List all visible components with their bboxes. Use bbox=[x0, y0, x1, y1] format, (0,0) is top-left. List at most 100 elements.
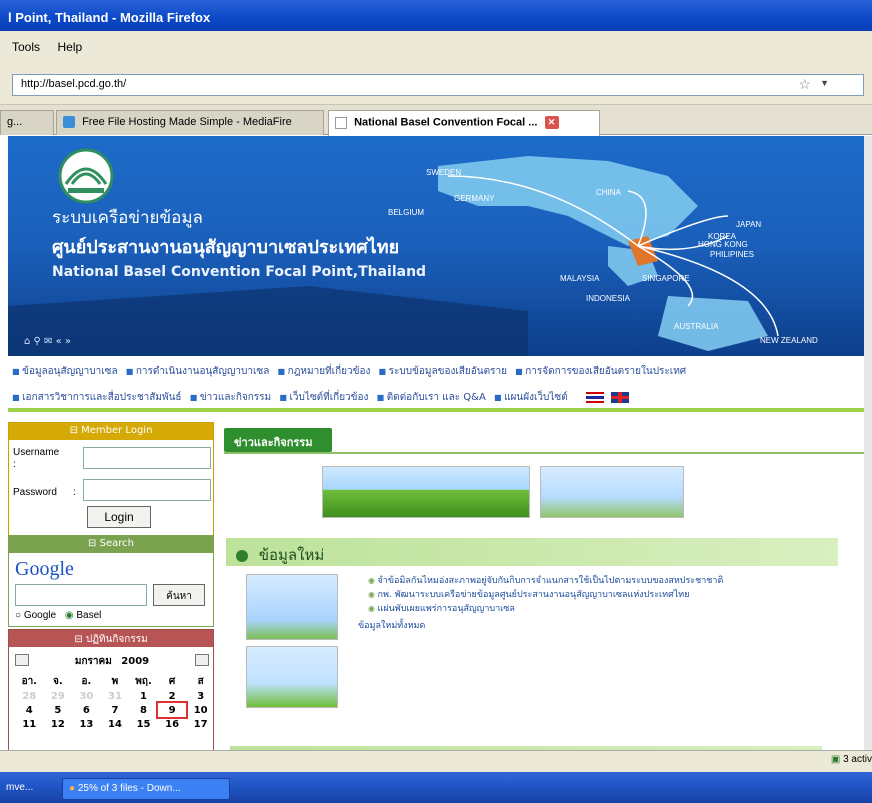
calendar-day[interactable]: 10 bbox=[186, 703, 215, 717]
calendar-day[interactable]: 11 bbox=[15, 717, 44, 731]
nav-link[interactable]: การจัดการของเสียอันตรายในประเทศ bbox=[515, 366, 686, 377]
country-label: JAPAN bbox=[736, 220, 762, 229]
tab-label: National Basel Convention Focal ... bbox=[354, 116, 538, 129]
panel-toggle-icon[interactable]: ⊟ bbox=[74, 634, 86, 645]
calendar-day[interactable]: 4 bbox=[15, 703, 44, 717]
calendar-day[interactable]: 7 bbox=[101, 703, 130, 717]
panel-toggle-icon[interactable]: ⊟ bbox=[70, 425, 82, 436]
windows-taskbar: mve... ● 25% of 3 files - Down... bbox=[0, 772, 872, 803]
calendar-day[interactable]: 6 bbox=[72, 703, 101, 717]
news-thumbnail-2[interactable] bbox=[246, 646, 338, 708]
downloads-status[interactable]: ▣ 3 activ bbox=[831, 754, 872, 765]
search-scope: ○ Google ◉ Basel bbox=[15, 610, 101, 621]
radio-google[interactable]: ○ bbox=[15, 610, 21, 621]
calendar-header: ⊟ ปฏิทินกิจกรรม bbox=[9, 630, 213, 647]
nav-link[interactable]: ระบบข้อมูลของเสียอันตราย bbox=[379, 366, 507, 377]
calendar-day[interactable]: 1 bbox=[129, 689, 158, 703]
calendar-day[interactable]: 5 bbox=[44, 703, 73, 717]
nav-link[interactable]: ข่าวและกิจกรรม bbox=[190, 392, 271, 403]
news-item-link[interactable]: กพ. พัฒนาระบบเครือข่ายข้อมูลศูนย์ประสานง… bbox=[368, 588, 868, 602]
news-tab-underline bbox=[224, 452, 872, 454]
menu-help[interactable]: Help bbox=[58, 40, 83, 54]
calendar-day[interactable]: 13 bbox=[72, 717, 101, 731]
download-icon: ▣ bbox=[830, 754, 841, 765]
site-banner: ระบบเครือข่ายข้อมูล ศูนย์ประสานงานอนุสัญ… bbox=[8, 136, 872, 356]
search-header: ⊟ Search bbox=[9, 536, 213, 553]
news-item-link[interactable]: จำข้อมิลกันไหมอ่งสะภาพอยู่จับกันกิบการจำ… bbox=[368, 574, 868, 588]
calendar-day[interactable]: 3 bbox=[186, 689, 215, 703]
vertical-scrollbar[interactable] bbox=[864, 136, 872, 750]
url-dropdown-icon[interactable]: ▼ bbox=[820, 78, 829, 88]
username-label: Username bbox=[13, 447, 60, 458]
new-info-header: ข้อมูลใหม่ bbox=[226, 538, 838, 566]
country-label: MALAYSIA bbox=[560, 274, 600, 283]
login-panel: ⊟ Member Login Username : Password : Log… bbox=[8, 422, 214, 537]
password-field[interactable] bbox=[83, 479, 211, 501]
nav-link[interactable]: เว็บไซต์ที่เกี่ยวข้อง bbox=[279, 392, 368, 403]
nav-link[interactable]: กฎหมายที่เกี่ยวข้อง bbox=[278, 366, 371, 377]
tab-mediafire[interactable]: Free File Hosting Made Simple - MediaFir… bbox=[56, 110, 324, 135]
calendar-day[interactable]: 12 bbox=[44, 717, 73, 731]
country-label: PHILIPINES bbox=[710, 250, 755, 259]
all-news-link[interactable]: ข้อมูลใหม่ทั้งหมด bbox=[358, 618, 425, 632]
navigation-toolbar: http://basel.pcd.go.th/ ☆ ▼ bbox=[0, 64, 872, 105]
top-navigation-row-2: เอกสารวิชาการและสื่อประชาสัมพันธ์ ข่าวแล… bbox=[8, 386, 872, 412]
username-colon: : bbox=[13, 459, 16, 470]
calendar-day[interactable]: 2 bbox=[158, 689, 187, 703]
tab-bar: g... Free File Hosting Made Simple - Med… bbox=[0, 105, 872, 136]
prev-month-button[interactable] bbox=[15, 654, 29, 666]
banner-icon-bar[interactable]: ⌂ ⚲ ✉ « » bbox=[24, 336, 71, 347]
country-label: BELGIUM bbox=[388, 208, 425, 217]
uk-flag-icon[interactable] bbox=[611, 391, 630, 403]
search-input[interactable] bbox=[15, 584, 147, 606]
login-button[interactable]: Login bbox=[87, 506, 151, 528]
news-thumbnail-1[interactable] bbox=[246, 574, 338, 640]
bookmark-star-icon[interactable]: ☆ bbox=[798, 76, 811, 93]
taskbar-item[interactable]: mve... bbox=[0, 778, 58, 800]
search-panel: ⊟ Search Google ค้นหา ○ Google ◉ Basel bbox=[8, 535, 214, 627]
main-content: ข่าวและกิจกรรม ข้อมูลใหม่ จำข้อมิลกันไหม… bbox=[218, 422, 872, 758]
calendar-day[interactable]: 15 bbox=[129, 717, 158, 731]
news-tab[interactable]: ข่าวและกิจกรรม bbox=[224, 428, 332, 452]
thai-flag-icon[interactable] bbox=[585, 391, 604, 403]
banner-title-thai-1: ระบบเครือข่ายข้อมูล bbox=[52, 208, 203, 228]
calendar-day[interactable]: 17 bbox=[186, 717, 215, 731]
calendar-day[interactable]: 16 bbox=[158, 717, 187, 731]
calendar-day[interactable]: 14 bbox=[101, 717, 130, 731]
nav-link[interactable]: การดำเนินงานอนุสัญญาบาเซล bbox=[126, 366, 270, 377]
radio-basel[interactable]: ◉ bbox=[65, 610, 74, 621]
login-header: ⊟ Member Login bbox=[9, 423, 213, 440]
nav-link[interactable]: เอกสารวิชาการและสื่อประชาสัมพันธ์ bbox=[12, 392, 182, 403]
calendar-day-today[interactable]: 9 bbox=[155, 701, 189, 719]
news-photo-banner-1[interactable] bbox=[322, 466, 530, 518]
news-photo-banner-2[interactable] bbox=[540, 466, 684, 518]
url-bar[interactable]: http://basel.pcd.go.th/ ☆ ▼ bbox=[12, 74, 864, 96]
status-bar: ▣ 3 activ bbox=[0, 750, 872, 772]
calendar-day[interactable]: 31 bbox=[101, 689, 130, 703]
weekday: ศ bbox=[168, 676, 176, 687]
firefox-icon: ● bbox=[69, 783, 76, 794]
weekday: จ. bbox=[53, 676, 63, 687]
nav-link[interactable]: แผนผังเว็บไซต์ bbox=[494, 392, 568, 403]
menu-tools[interactable]: Tools bbox=[12, 40, 40, 54]
calendar-year: 2009 bbox=[121, 656, 150, 667]
page-favicon-icon bbox=[335, 116, 347, 129]
panel-toggle-icon[interactable]: ⊟ bbox=[88, 538, 100, 549]
tab-label: Free File Hosting Made Simple - MediaFir… bbox=[82, 116, 292, 128]
calendar-day[interactable]: 8 bbox=[129, 703, 158, 717]
calendar-day[interactable]: 30 bbox=[72, 689, 101, 703]
password-colon: : bbox=[73, 487, 76, 498]
search-button[interactable]: ค้นหา bbox=[153, 584, 205, 606]
nav-link[interactable]: ข้อมูลอนุสัญญาบาเซล bbox=[12, 366, 118, 377]
calendar-panel: ⊟ ปฏิทินกิจกรรม มกราคม 2009 อา. จ. อ. พ … bbox=[8, 629, 214, 769]
username-field[interactable] bbox=[83, 447, 211, 469]
news-item-link[interactable]: แผ่นพับเผยแพร่การอนุสัญญาบาเซล bbox=[368, 602, 868, 616]
taskbar-downloads-item[interactable]: ● 25% of 3 files - Down... bbox=[62, 778, 230, 800]
next-month-button[interactable] bbox=[195, 654, 209, 666]
tab-previous[interactable]: g... bbox=[0, 110, 54, 135]
nav-link[interactable]: ติดต่อกับเรา และ Q&A bbox=[377, 392, 486, 403]
close-tab-icon[interactable]: ✕ bbox=[544, 116, 559, 129]
calendar-day[interactable]: 28 bbox=[15, 689, 44, 703]
calendar-day[interactable]: 29 bbox=[44, 689, 73, 703]
tab-basel[interactable]: National Basel Convention Focal ... ✕ bbox=[328, 110, 600, 136]
